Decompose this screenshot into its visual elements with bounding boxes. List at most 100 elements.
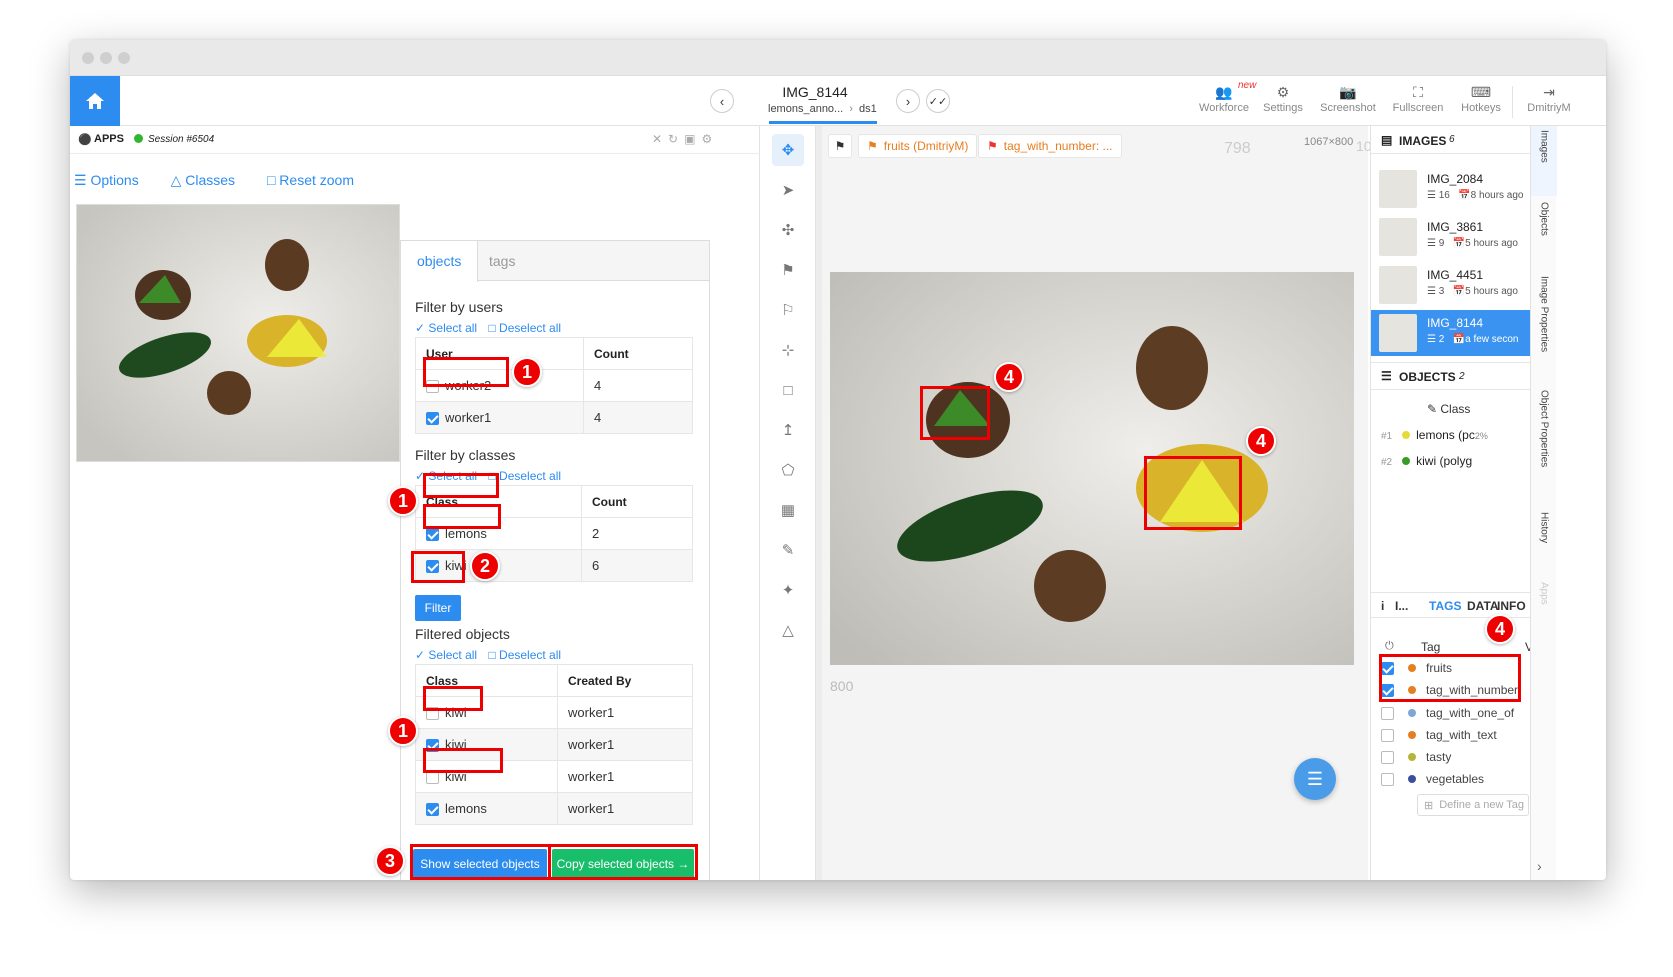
object-row[interactable]: #2 kiwi (polyg bbox=[1381, 454, 1472, 468]
copy-selected-button[interactable]: Copy selected objects → bbox=[552, 849, 694, 879]
adjust-fab-button[interactable]: ☰ bbox=[1294, 758, 1336, 800]
tag-row[interactable]: tag_with_text bbox=[1381, 725, 1497, 745]
polyline-tool[interactable]: ↥ bbox=[772, 414, 804, 446]
point-tool[interactable]: ⊹ bbox=[772, 334, 804, 366]
tag-chip-fruits[interactable]: ⚑ fruits (DmitriyM) bbox=[858, 134, 978, 158]
app-window-controls[interactable]: ✕↻▣⚙ bbox=[652, 132, 718, 146]
tag-checkbox[interactable] bbox=[1381, 706, 1394, 720]
drag-tool[interactable]: ✣ bbox=[772, 214, 804, 246]
image-list-item[interactable]: IMG_2084 ☰ 16 📅8 hours ago bbox=[1371, 166, 1531, 212]
tag-row[interactable]: tag_with_one_of bbox=[1381, 703, 1514, 723]
tag-checkbox[interactable] bbox=[1381, 683, 1394, 697]
tag-checkbox[interactable] bbox=[1381, 750, 1394, 764]
chevron-right-icon[interactable]: › bbox=[1537, 858, 1542, 874]
move-tool[interactable]: ✥ bbox=[772, 134, 804, 166]
prev-image-button[interactable]: ‹ bbox=[710, 89, 734, 113]
maximize-dot[interactable] bbox=[118, 52, 130, 64]
deselect-all-classes[interactable]: □ Deselect all bbox=[488, 469, 561, 483]
class-checkbox[interactable] bbox=[426, 560, 439, 574]
close-dot[interactable] bbox=[82, 52, 94, 64]
polygon-tool[interactable]: ⬠ bbox=[772, 454, 804, 486]
tag-row[interactable]: tag_with_number bbox=[1381, 680, 1518, 700]
vtab-objects[interactable]: Objects bbox=[1531, 198, 1557, 260]
tab-objects[interactable]: objects bbox=[401, 241, 479, 282]
tool-screenshot[interactable]: 📷 Screenshot bbox=[1316, 82, 1380, 122]
tag-tool[interactable]: ⚑ bbox=[772, 254, 804, 286]
project-name[interactable]: lemons_anno... bbox=[768, 103, 843, 115]
tag-checkbox[interactable] bbox=[1381, 728, 1394, 742]
tag-checkbox[interactable] bbox=[1381, 661, 1394, 675]
vtab-image-properties[interactable]: Image Properties bbox=[1531, 272, 1557, 376]
image-list-item[interactable]: IMG_4451 ☰ 3 📅5 hours ago bbox=[1371, 262, 1531, 308]
app-window: ‹ IMG_8144 lemons_anno... › ds1 › ✓✓ 👥 n… bbox=[70, 40, 1606, 880]
graph-tool[interactable]: △ bbox=[772, 614, 804, 646]
double-check-icon: ✓✓ bbox=[928, 95, 948, 108]
preview-image[interactable] bbox=[76, 204, 400, 462]
tag-chip-menu[interactable]: ⚑ bbox=[828, 134, 852, 158]
tool-settings[interactable]: ⚙ Settings bbox=[1258, 82, 1308, 122]
filtered-table: Class Created By kiwi worker1 kiwi worker1 … bbox=[415, 664, 693, 825]
cuboid-tool[interactable]: ▦ bbox=[772, 494, 804, 526]
power-icon: ⏻ bbox=[1385, 640, 1394, 652]
show-selected-button[interactable]: Show selected objects bbox=[413, 849, 547, 879]
brush-tool[interactable]: ✎ bbox=[772, 534, 804, 566]
image-list-item-active[interactable]: IMG_8144 ☰ 2 📅a few secon bbox=[1371, 310, 1531, 356]
table-row: lemons 2 bbox=[415, 517, 693, 550]
vtab-images[interactable]: Images bbox=[1531, 126, 1557, 196]
object-checkbox[interactable] bbox=[426, 739, 439, 753]
select-all-classes[interactable]: ✓ Select all bbox=[415, 469, 477, 483]
tab-data[interactable]: DATA bbox=[1467, 599, 1499, 613]
filter-classes-title: Filter by classes bbox=[415, 447, 516, 463]
vtab-history[interactable]: History bbox=[1531, 508, 1557, 568]
image-list-item[interactable]: IMG_3861 ☰ 9 📅5 hours ago bbox=[1371, 214, 1531, 260]
vtab-object-properties[interactable]: Object Properties bbox=[1531, 386, 1557, 498]
options-link[interactable]: ☰ Options bbox=[74, 172, 153, 188]
annotation-canvas[interactable]: ⚑ ⚑ fruits (DmitriyM) ⚑ tag_with_number: .… bbox=[816, 126, 1372, 880]
next-image-button[interactable]: › bbox=[896, 89, 920, 113]
tab-info[interactable]: INFO bbox=[1497, 599, 1526, 613]
tab-tags[interactable]: tags bbox=[473, 241, 531, 281]
tool-fullscreen[interactable]: ⛶ Fullscreen bbox=[1388, 82, 1448, 122]
step-badge: 1 bbox=[512, 357, 542, 387]
dataset-name[interactable]: ds1 bbox=[859, 103, 877, 115]
tag-name: tag_with_one_of bbox=[1426, 706, 1515, 720]
mark-done-button[interactable]: ✓✓ bbox=[926, 89, 950, 113]
vtab-apps[interactable]: Apps bbox=[1531, 578, 1557, 628]
filter-button[interactable]: Filter bbox=[415, 595, 461, 621]
classes-link[interactable]: △ Classes bbox=[171, 172, 249, 188]
main-image[interactable] bbox=[830, 272, 1354, 665]
deselect-all-users[interactable]: □ Deselect all bbox=[488, 321, 561, 335]
window-titlebar bbox=[70, 40, 1606, 76]
tab-image-props[interactable]: I... bbox=[1395, 599, 1408, 613]
users-table: User Count worker2 4 worker1 4 bbox=[415, 337, 693, 434]
tag-row[interactable]: vegetables bbox=[1381, 769, 1484, 789]
tag-row[interactable]: tasty bbox=[1381, 747, 1451, 767]
class-checkbox[interactable] bbox=[426, 528, 439, 542]
home-button[interactable] bbox=[70, 76, 120, 126]
minimize-dot[interactable] bbox=[100, 52, 112, 64]
select-all-users[interactable]: ✓ Select all bbox=[415, 321, 477, 335]
select-tool[interactable]: ➤ bbox=[772, 174, 804, 206]
sliders-icon: ☰ bbox=[1306, 768, 1324, 789]
session-id: Session #6504 bbox=[148, 134, 215, 145]
tag-row[interactable]: fruits bbox=[1381, 658, 1452, 678]
select-all-objects[interactable]: ✓ Select all bbox=[415, 648, 477, 662]
object-row[interactable]: #1 lemons (pc2% bbox=[1381, 428, 1488, 442]
define-tag-button[interactable]: ⊞ Define a new Tag bbox=[1417, 794, 1529, 816]
tool-user-logout[interactable]: ⇥ DmitriyM bbox=[1520, 82, 1578, 122]
tag-checkbox[interactable] bbox=[1381, 772, 1394, 786]
tool-hotkeys[interactable]: ⌨ Hotkeys bbox=[1456, 82, 1506, 122]
object-checkbox[interactable] bbox=[426, 803, 439, 817]
deselect-all-objects[interactable]: □ Deselect all bbox=[488, 648, 561, 662]
rectangle-tool[interactable]: □ bbox=[772, 374, 804, 406]
magic-wand-tool[interactable]: ✦ bbox=[772, 574, 804, 606]
tool-workforce[interactable]: 👥 new Workforce bbox=[1196, 80, 1256, 122]
user-checkbox[interactable] bbox=[426, 380, 439, 394]
user-checkbox[interactable] bbox=[426, 412, 439, 426]
reset-zoom-link[interactable]: □ Reset zoom bbox=[267, 172, 368, 188]
object-checkbox[interactable] bbox=[426, 707, 439, 721]
tag-chip-number[interactable]: ⚑ tag_with_number: ... bbox=[978, 134, 1122, 158]
flag-tool[interactable]: ⚐ bbox=[772, 294, 804, 326]
object-checkbox[interactable] bbox=[426, 771, 439, 785]
tab-tags-panel[interactable]: TAGS bbox=[1429, 599, 1461, 613]
